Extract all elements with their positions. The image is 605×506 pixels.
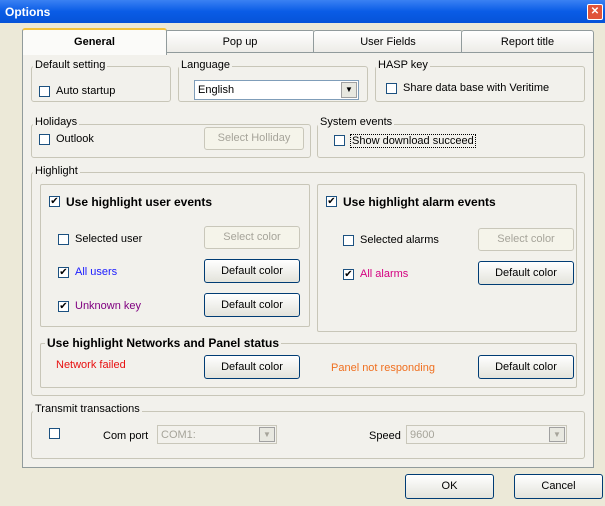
default-color-network-button[interactable]: Default color (204, 355, 300, 379)
all-alarms-label: All alarms (360, 268, 409, 280)
unknown-key-checkbox[interactable]: ✔ (58, 301, 69, 312)
language-label: Language (179, 59, 232, 71)
default-color-all-alarms-button[interactable]: Default color (478, 261, 574, 285)
outlook-checkbox[interactable] (39, 134, 50, 145)
select-color-alarm-button[interactable]: Select color (478, 228, 574, 251)
show-download-checkbox[interactable] (334, 135, 345, 146)
com-port-label: Com port (103, 430, 149, 442)
speed-select[interactable]: 9600 ▼ (406, 425, 567, 444)
auto-startup-checkbox[interactable] (39, 86, 50, 97)
speed-value: 9600 (410, 429, 435, 441)
selected-user-checkbox[interactable] (58, 234, 69, 245)
network-status-title: Use highlight Networks and Panel status (45, 336, 282, 350)
all-alarms-checkbox[interactable]: ✔ (343, 269, 354, 280)
tab-general[interactable]: General (22, 28, 167, 55)
holidays-label: Holidays (33, 116, 80, 128)
tab-user-fields[interactable]: User Fields (313, 30, 463, 53)
panel-not-responding-label: Panel not responding (331, 362, 435, 374)
title-bar: Options ✕ (0, 0, 605, 23)
use-highlight-alarm-label: Use highlight alarm events (343, 195, 496, 209)
window-title: Options (5, 5, 51, 19)
unknown-key-label: Unknown key (75, 300, 142, 312)
tab-pop-up[interactable]: Pop up (165, 30, 315, 53)
select-holiday-button[interactable]: Select Holliday (204, 127, 304, 150)
com-port-select[interactable]: COM1: ▼ (157, 425, 277, 444)
cancel-button[interactable]: Cancel (514, 474, 603, 499)
default-color-all-users-button[interactable]: Default color (204, 259, 300, 283)
all-users-label: All users (75, 266, 118, 278)
share-database-checkbox[interactable] (386, 83, 397, 94)
default-color-unknown-key-button[interactable]: Default color (204, 293, 300, 317)
close-icon[interactable]: ✕ (587, 4, 603, 20)
network-failed-label: Network failed (56, 359, 126, 371)
highlight-label: Highlight (33, 165, 80, 177)
chevron-down-icon[interactable]: ▼ (549, 427, 565, 442)
language-select[interactable]: English ▼ (194, 80, 359, 100)
use-highlight-user-checkbox[interactable]: ✔ (49, 196, 60, 207)
speed-label: Speed (369, 430, 401, 442)
use-highlight-alarm-checkbox[interactable]: ✔ (326, 196, 337, 207)
ok-button[interactable]: OK (405, 474, 494, 499)
auto-startup-label: Auto startup (56, 85, 116, 97)
show-download-label: Show download succeed (350, 134, 476, 148)
selected-alarms-checkbox[interactable] (343, 235, 354, 246)
selected-user-label: Selected user (75, 233, 143, 245)
use-highlight-user-label: Use highlight user events (66, 195, 213, 209)
system-events-label: System events (318, 116, 395, 128)
share-database-label: Share data base with Veritime (403, 82, 550, 94)
hasp-label: HASP key (376, 59, 430, 71)
com-port-value: COM1: (161, 429, 196, 441)
default-setting-label: Default setting (33, 59, 108, 71)
tab-report-title[interactable]: Report title (461, 30, 594, 53)
language-value: English (198, 84, 235, 96)
chevron-down-icon[interactable]: ▼ (259, 427, 275, 442)
chevron-down-icon[interactable]: ▼ (341, 82, 357, 98)
outlook-label: Outlook (56, 133, 94, 145)
transmit-checkbox[interactable] (49, 428, 60, 439)
all-users-checkbox[interactable]: ✔ (58, 267, 69, 278)
transmit-label: Transmit transactions (33, 403, 142, 415)
default-color-panel-button[interactable]: Default color (478, 355, 574, 379)
selected-alarms-label: Selected alarms (360, 234, 439, 246)
general-panel: Default setting Auto startup Language En… (22, 52, 594, 468)
select-color-user-button[interactable]: Select color (204, 226, 300, 249)
